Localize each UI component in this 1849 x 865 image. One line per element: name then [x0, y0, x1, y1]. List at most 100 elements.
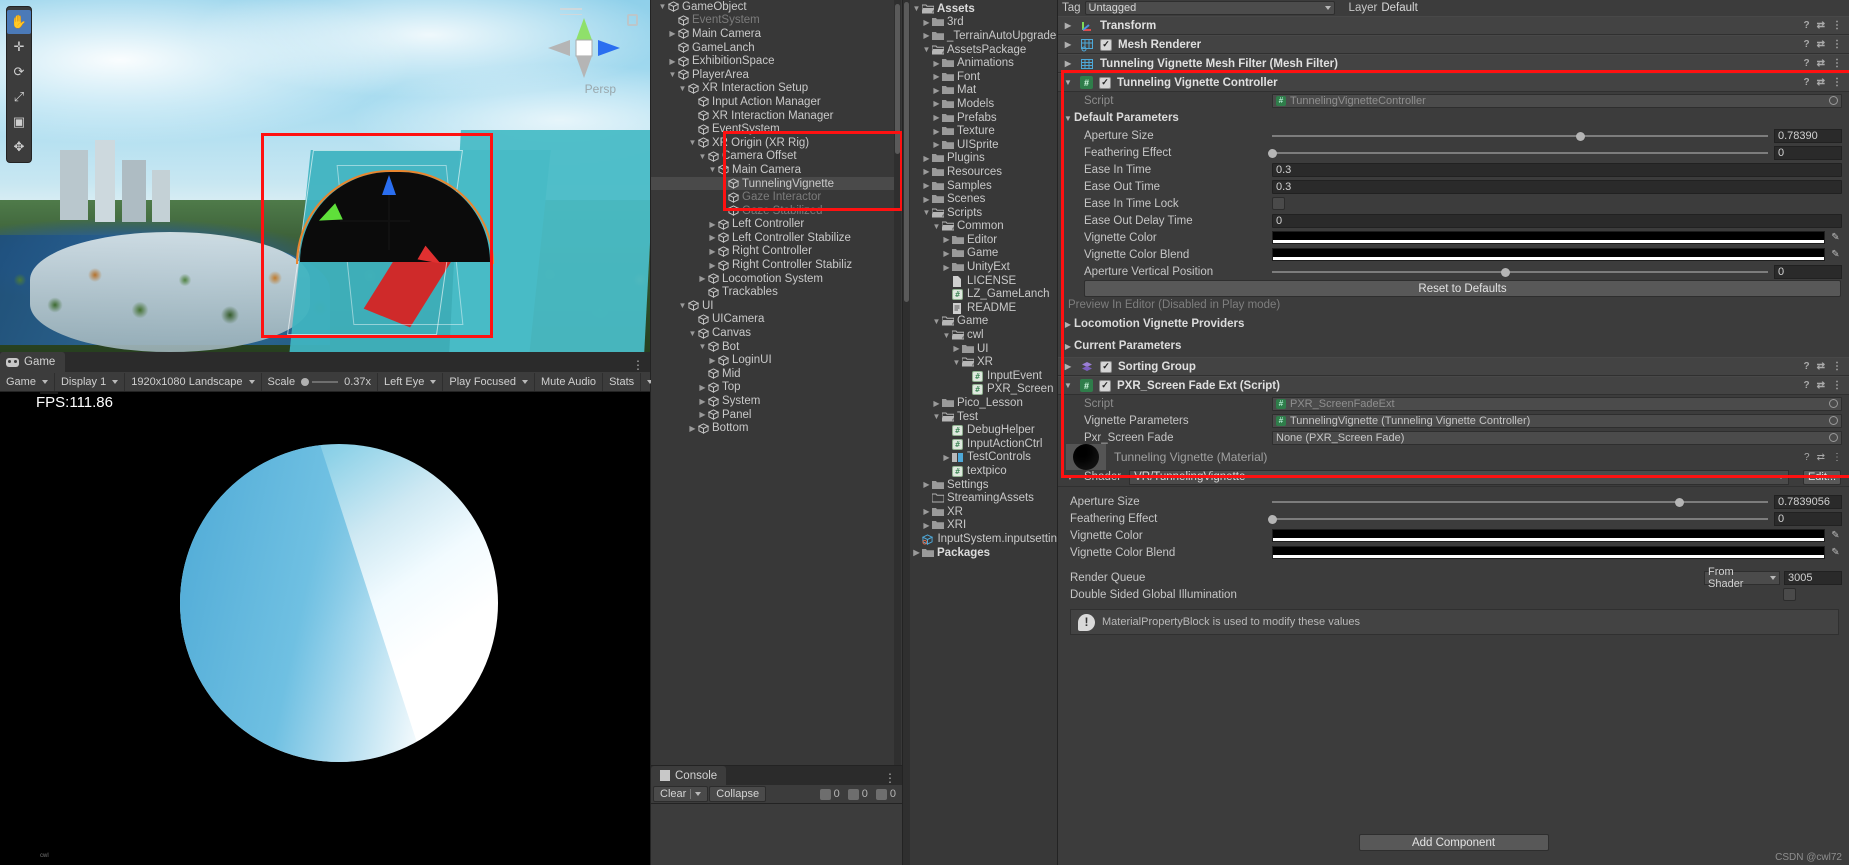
project-panel[interactable]: ▼ Assets ▶ 3rd ▶ _TerrainAutoUpgrade ▼ AssetsPa… — [902, 0, 1057, 865]
chevron-down-icon[interactable]: ▼ — [707, 165, 718, 174]
double-sided-gi-checkbox[interactable] — [1783, 588, 1796, 601]
more-menu-icon[interactable]: ⋮ — [1832, 39, 1842, 50]
color-swatch[interactable] — [1272, 248, 1825, 261]
project-item[interactable]: ▼ Test — [911, 410, 1057, 424]
project-item[interactable]: ▶ Plugins — [911, 152, 1057, 166]
more-menu-icon[interactable]: ⋮ — [1832, 20, 1842, 31]
tag-layer-row[interactable]: Tag Untagged Layer Default — [1058, 0, 1849, 16]
project-item[interactable]: ▶ UISprite — [911, 138, 1057, 152]
eyedropper-icon[interactable]: ✎ — [1829, 232, 1842, 243]
chevron-right-icon[interactable]: ▶ — [921, 195, 932, 204]
property-control[interactable]: 0.78390 — [1272, 128, 1842, 143]
preset-icon[interactable]: ⇄ — [1817, 39, 1825, 50]
section-current-parameters[interactable]: ▶ Current Parameters — [1058, 335, 1849, 357]
property-value[interactable]: 0.3 — [1272, 162, 1842, 177]
object-picker-icon[interactable] — [1829, 433, 1838, 442]
chevron-right-icon[interactable]: ▶ — [707, 233, 718, 242]
object-field[interactable]: None (PXR_Screen Fade) — [1272, 430, 1842, 445]
chevron-right-icon[interactable]: ▶ — [707, 247, 718, 256]
chevron-right-icon[interactable]: ▶ — [921, 167, 932, 176]
project-item[interactable]: ▶ XRI — [911, 519, 1057, 533]
chevron-down-icon[interactable]: ▼ — [1062, 381, 1074, 390]
slider[interactable] — [1272, 129, 1768, 143]
help-icon[interactable]: ? — [1804, 361, 1810, 372]
project-item[interactable]: ▶ Mat — [911, 84, 1057, 98]
project-item[interactable]: ▶ Editor — [911, 233, 1057, 247]
help-icon[interactable]: ? — [1804, 39, 1810, 50]
project-item[interactable]: # textpico — [911, 464, 1057, 478]
property-control[interactable]: 0 — [1272, 264, 1842, 279]
property-control[interactable]: # PXR_ScreenFadeExt — [1272, 396, 1842, 411]
project-item[interactable]: LICENSE — [911, 274, 1057, 288]
property-control[interactable]: ✎ — [1272, 546, 1842, 559]
slider[interactable] — [1268, 146, 1768, 160]
hierarchy-item[interactable]: ▼ UI — [651, 299, 902, 313]
chevron-right-icon[interactable]: ▶ — [931, 72, 942, 81]
property-control[interactable]: 0.3 — [1272, 162, 1842, 177]
more-menu-icon[interactable]: ⋮ — [1832, 452, 1842, 463]
project-item[interactable]: ▶ Prefabs — [911, 111, 1057, 125]
project-item[interactable]: # PXR_Screen — [911, 383, 1057, 397]
help-icon[interactable]: ? — [1804, 380, 1810, 391]
section-default-parameters[interactable]: ▼ Default Parameters — [1058, 109, 1849, 127]
chevron-down-icon[interactable]: ▼ — [911, 4, 922, 13]
property-checkbox[interactable] — [1272, 197, 1285, 210]
component-transform[interactable]: ▶ Transform ? ⇄ ⋮ — [1058, 16, 1849, 35]
hierarchy-item[interactable]: Gaze Stabilized — [651, 204, 902, 218]
preset-icon[interactable]: ⇄ — [1817, 77, 1825, 88]
project-item[interactable]: ▶ Resources — [911, 165, 1057, 179]
chevron-right-icon[interactable]: ▶ — [697, 383, 708, 392]
project-item[interactable]: ▶ 3rd — [911, 16, 1057, 30]
reset-to-defaults-button[interactable]: Reset to Defaults — [1084, 280, 1841, 297]
project-item[interactable]: ▼ Assets — [911, 2, 1057, 16]
material-header[interactable]: Tunneling Vignette (Material) ? ⇄ ⋮ — [1058, 444, 1849, 470]
project-item[interactable]: # InputEvent — [911, 369, 1057, 383]
scale-slider[interactable]: Scale 0.37x — [262, 372, 378, 391]
tab-console[interactable]: Console — [651, 766, 727, 785]
property-control[interactable] — [1272, 197, 1842, 210]
render-queue-value[interactable]: 3005 — [1784, 570, 1842, 585]
project-item[interactable]: # DebugHelper — [911, 423, 1057, 437]
project-item[interactable]: ▼ cwl — [911, 328, 1057, 342]
more-menu-icon[interactable]: ⋮ — [1832, 77, 1842, 88]
layer-value[interactable]: Default — [1381, 2, 1417, 14]
chevron-right-icon[interactable]: ▶ — [1062, 59, 1074, 68]
pxr-fade-enable-checkbox[interactable]: ✓ — [1099, 379, 1111, 392]
rotate-tool-icon[interactable]: ⟳ — [7, 60, 31, 84]
hierarchy-item[interactable]: ▶ Right Controller Stabiliz — [651, 258, 902, 272]
project-item[interactable]: ▶ Samples — [911, 179, 1057, 193]
hierarchy-item[interactable]: ▼ XR Origin (XR Rig) — [651, 136, 902, 150]
chevron-right-icon[interactable]: ▶ — [707, 356, 718, 365]
hierarchy-item[interactable]: ▼ Bot — [651, 340, 902, 354]
transform-tool-icon[interactable]: ✥ — [7, 135, 31, 159]
help-icon[interactable]: ? — [1804, 77, 1810, 88]
component-tunneling-vignette-controller[interactable]: ▼ # ✓ Tunneling Vignette Controller ? ⇄ ⋮ — [1058, 73, 1849, 92]
console-toolbar[interactable]: Clear Collapse 0 0 0 — [651, 785, 902, 804]
chevron-right-icon[interactable]: ▶ — [707, 220, 718, 229]
chevron-right-icon[interactable]: ▶ — [911, 548, 922, 557]
help-icon[interactable]: ? — [1804, 20, 1810, 31]
hierarchy-item[interactable]: Trackables — [651, 285, 902, 299]
chevron-right-icon[interactable]: ▶ — [1062, 362, 1074, 371]
hierarchy-item[interactable]: XR Interaction Manager — [651, 109, 902, 123]
color-swatch[interactable] — [1272, 546, 1825, 559]
project-item[interactable]: ▼ Game — [911, 315, 1057, 329]
more-menu-icon[interactable]: ⋮ — [1832, 380, 1842, 391]
property-control[interactable]: ✎ — [1272, 231, 1842, 244]
chevron-right-icon[interactable]: ▶ — [921, 480, 932, 489]
more-menu-icon[interactable]: ⋮ — [1832, 361, 1842, 372]
game-mode-dropdown[interactable]: Game — [0, 372, 55, 391]
chevron-down-icon[interactable]: ▼ — [921, 45, 932, 54]
chevron-down-icon[interactable]: ▼ — [1066, 473, 1074, 482]
eyedropper-icon[interactable]: ✎ — [1829, 530, 1842, 541]
project-item[interactable]: ▶ UI — [911, 342, 1057, 356]
collapse-button[interactable]: Collapse — [709, 786, 767, 802]
property-control[interactable]: 0 — [1268, 145, 1842, 160]
color-swatch[interactable] — [1272, 231, 1825, 244]
property-control[interactable]: None (PXR_Screen Fade) — [1272, 430, 1842, 445]
chevron-down-icon[interactable]: ▼ — [687, 138, 698, 147]
chevron-right-icon[interactable]: ▶ — [1062, 320, 1074, 329]
hierarchy-item[interactable]: ▼ Canvas — [651, 326, 902, 340]
hierarchy-item[interactable]: Mid — [651, 367, 902, 381]
property-control[interactable]: 0 — [1272, 213, 1842, 228]
